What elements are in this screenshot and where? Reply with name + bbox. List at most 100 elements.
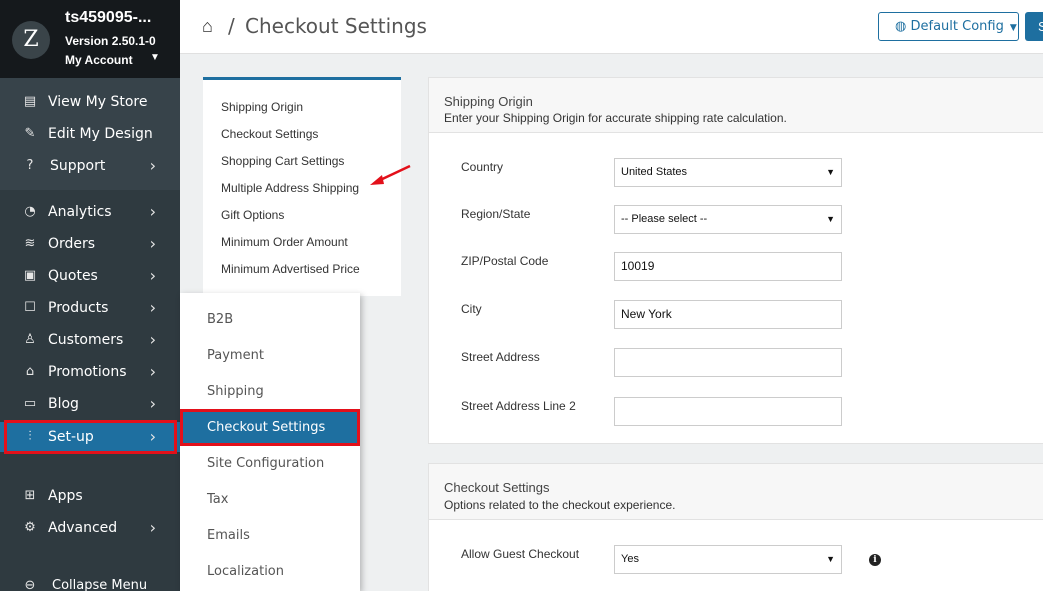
sidebar-item-apps[interactable]: ⊞ Apps xyxy=(0,481,180,511)
sidebar-item-label: Customers xyxy=(48,332,124,348)
user-icon: ♙ xyxy=(24,332,36,347)
flyout-item-shipping[interactable]: Shipping xyxy=(180,374,360,410)
sidebar-item-label: Products xyxy=(48,300,109,316)
panel-title: Checkout Settings xyxy=(444,480,550,495)
annotation-arrow xyxy=(370,164,411,185)
flyout-item-emails[interactable]: Emails xyxy=(180,518,360,554)
sidebar-item-label: View My Store xyxy=(48,94,148,110)
sidebar-item-label: Support xyxy=(50,158,106,174)
sidebar-item-label: Collapse Menu xyxy=(52,578,148,591)
sidebar-item-support[interactable]: ? Support › xyxy=(0,151,180,181)
default-config-button[interactable]: ◍ Default Config ▼ xyxy=(878,12,1019,41)
store-icon: ▤ xyxy=(23,94,37,109)
flyout-item-localization[interactable]: Localization xyxy=(180,554,360,590)
caret-down-icon[interactable]: ▼ xyxy=(150,52,160,63)
panel-header: Checkout Settings Options related to the… xyxy=(429,464,1043,520)
store-name[interactable]: ts459095-... xyxy=(65,9,151,27)
checkout-highlight-box xyxy=(180,409,360,446)
checkout-settings-panel: Checkout Settings Options related to the… xyxy=(428,463,1043,591)
gear-icon: ⚙ xyxy=(24,520,36,535)
setup-highlight-box xyxy=(4,420,177,454)
sidebar-item-promotions[interactable]: ⌂ Promotions › xyxy=(0,357,180,387)
shipping-origin-panel: Shipping Origin Enter your Shipping Orig… xyxy=(428,77,1043,444)
sidebar-item-view-my-store[interactable]: ▤ View My Store xyxy=(0,87,180,117)
sidebar-item-advanced[interactable]: ⚙ Advanced › xyxy=(0,513,180,543)
street-input[interactable] xyxy=(614,348,842,377)
panel-subtitle: Enter your Shipping Origin for accurate … xyxy=(444,111,787,125)
sidebar-item-label: Advanced xyxy=(48,520,118,536)
chevron-right-icon: › xyxy=(149,394,156,413)
guest-checkout-value: Yes xyxy=(621,553,639,565)
section-link-shipping-origin[interactable]: Shipping Origin xyxy=(221,100,303,114)
street2-input[interactable] xyxy=(614,397,842,426)
apps-icon: ⊞ xyxy=(24,488,36,503)
flyout-item-payment[interactable]: Payment xyxy=(180,338,360,374)
sidebar-item-label: Promotions xyxy=(48,364,127,380)
sidebar-item-analytics[interactable]: ◔ Analytics › xyxy=(0,197,180,227)
guest-checkout-select[interactable]: Yes ▼ xyxy=(614,545,842,574)
guest-checkout-label: Allow Guest Checkout xyxy=(461,547,580,561)
top-bar: ⌂ / Checkout Settings ◍ Default Config ▼ … xyxy=(180,0,1043,54)
region-value: -- Please select -- xyxy=(621,213,708,225)
gauge-icon: ◔ xyxy=(24,204,36,219)
country-select[interactable]: United States ▼ xyxy=(614,158,842,187)
flyout-item-site-configuration[interactable]: Site Configuration xyxy=(180,446,360,482)
chevron-right-icon: › xyxy=(149,266,156,285)
sidebar-item-quotes[interactable]: ▣ Quotes › xyxy=(0,261,180,291)
sidebar-item-products[interactable]: ☐ Products › xyxy=(0,293,180,323)
section-link-minimum-order-amount[interactable]: Minimum Order Amount xyxy=(221,235,348,249)
sidebar-item-edit-my-design[interactable]: ✎ Edit My Design xyxy=(0,119,180,149)
chevron-right-icon: › xyxy=(149,518,156,537)
book-icon: ▭ xyxy=(23,396,37,411)
panel-header: Shipping Origin Enter your Shipping Orig… xyxy=(429,78,1043,133)
sidebar-item-label: Analytics xyxy=(48,204,112,220)
chevron-right-icon: › xyxy=(149,330,156,349)
help-icon: ? xyxy=(26,158,34,173)
caret-down-icon: ▼ xyxy=(1009,23,1017,33)
section-link-shopping-cart-settings[interactable]: Shopping Cart Settings xyxy=(221,154,344,168)
my-account-link[interactable]: My Account xyxy=(65,53,133,67)
sidebar-item-customers[interactable]: ♙ Customers › xyxy=(0,325,180,355)
region-label: Region/State xyxy=(461,207,531,221)
chevron-right-icon: › xyxy=(149,298,156,317)
sidebar-item-label: Apps xyxy=(48,488,83,504)
save-button[interactable]: S xyxy=(1025,12,1043,41)
flyout-item-tax[interactable]: Tax xyxy=(180,482,360,518)
chevron-right-icon: › xyxy=(149,362,156,381)
caret-down-icon: ▼ xyxy=(826,167,835,177)
chevron-right-icon: › xyxy=(149,156,156,175)
sidebar-item-label: Blog xyxy=(48,396,79,412)
caret-down-icon: ▼ xyxy=(826,554,835,564)
logo: Z xyxy=(12,21,50,59)
breadcrumb-separator: / xyxy=(228,14,235,38)
quotes-icon: ▣ xyxy=(23,268,37,283)
brand-header: Z ts459095-... Version 2.50.1-0 My Accou… xyxy=(0,0,180,78)
country-label: Country xyxy=(461,160,504,174)
sidebar: Z ts459095-... Version 2.50.1-0 My Accou… xyxy=(0,0,180,591)
box-icon: ☐ xyxy=(24,300,36,315)
city-input[interactable]: New York xyxy=(614,300,842,329)
zip-input[interactable]: 10019 xyxy=(614,252,842,281)
caret-down-icon: ▼ xyxy=(826,214,835,224)
section-link-checkout-settings[interactable]: Checkout Settings xyxy=(221,127,318,141)
flyout-item-b2b[interactable]: B2B xyxy=(180,302,360,338)
street-label: Street Address xyxy=(461,350,540,364)
street2-label: Street Address Line 2 xyxy=(461,399,576,413)
sidebar-item-blog[interactable]: ▭ Blog › xyxy=(0,389,180,419)
home-icon[interactable]: ⌂ xyxy=(202,16,213,37)
pencil-icon: ✎ xyxy=(24,126,36,141)
section-link-gift-options[interactable]: Gift Options xyxy=(221,208,284,222)
panel-subtitle: Options related to the checkout experien… xyxy=(444,498,676,512)
collapse-menu-button[interactable]: ⊖ Collapse Menu xyxy=(0,571,180,591)
section-link-multiple-address-shipping[interactable]: Multiple Address Shipping xyxy=(221,181,359,195)
sidebar-item-label: Quotes xyxy=(48,268,98,284)
sidebar-item-orders[interactable]: ≋ Orders › xyxy=(0,229,180,259)
region-select[interactable]: -- Please select -- ▼ xyxy=(614,205,842,234)
section-link-minimum-advertised-price[interactable]: Minimum Advertised Price xyxy=(221,262,360,276)
info-icon[interactable]: i xyxy=(869,554,881,566)
version-label: Version 2.50.1-0 xyxy=(65,34,156,48)
config-label: Default Config xyxy=(910,19,1004,34)
zip-label: ZIP/Postal Code xyxy=(461,254,549,268)
country-value: United States xyxy=(621,166,688,178)
sidebar-item-label: Orders xyxy=(48,236,96,252)
